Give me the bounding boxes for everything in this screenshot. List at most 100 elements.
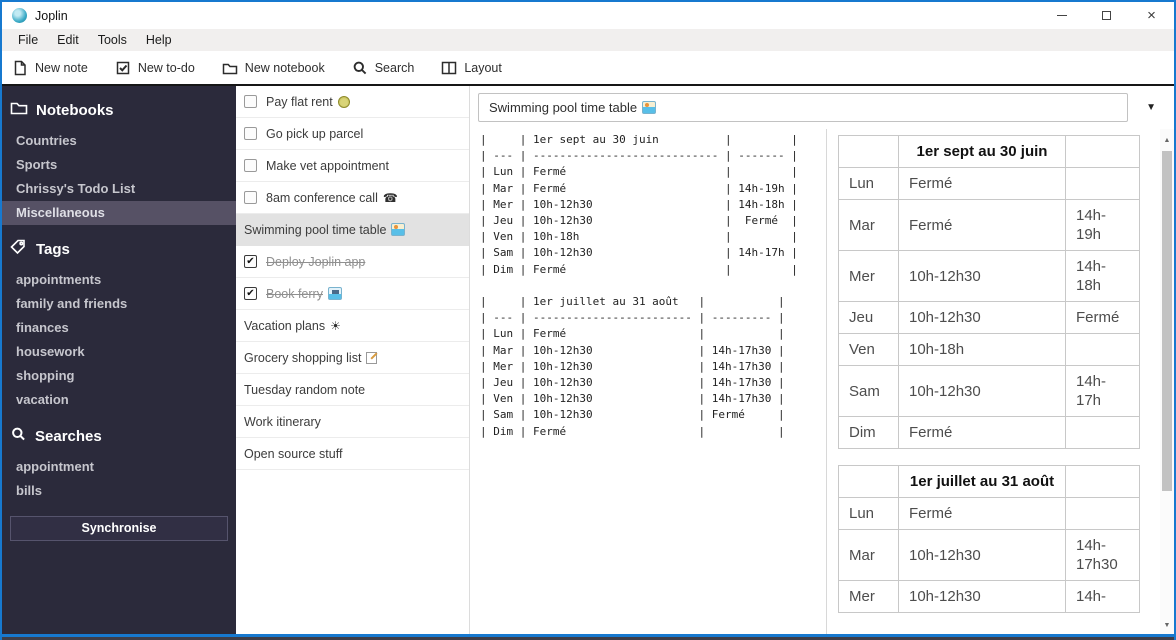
joplin-window: Joplin × File Edit Tools Help New note N… xyxy=(0,0,1176,640)
table-cell: Fermé xyxy=(898,167,1066,200)
money-bag-emoji xyxy=(337,95,350,108)
note-list-item-deploy-joplin-app[interactable]: ✔ Deploy Joplin app xyxy=(236,246,469,278)
note-list-item-grocery-shopping-list[interactable]: Grocery shopping list xyxy=(236,342,469,374)
swimmer-emoji xyxy=(391,223,406,236)
table-cell: 10h-12h30 xyxy=(898,529,1066,581)
new-todo-button[interactable]: New to-do xyxy=(115,60,195,76)
notebook-item-chrissy-s-todo-list[interactable]: Chrissy's Todo List xyxy=(2,177,236,201)
table-cell: 14h-17h30 xyxy=(1065,529,1140,581)
table-cell: 10h-12h30 xyxy=(898,365,1066,417)
table-cell: 14h-19h xyxy=(1065,199,1140,251)
new-note-button[interactable]: New note xyxy=(12,60,88,76)
todo-checkbox[interactable] xyxy=(244,159,257,172)
todo-checkbox[interactable] xyxy=(244,191,257,204)
swimmer-emoji xyxy=(642,101,657,114)
close-button[interactable]: × xyxy=(1129,2,1174,29)
table-row: Mer 10h-12h30 14h-18h xyxy=(838,250,1140,302)
search-button[interactable]: Search xyxy=(352,60,414,76)
table-cell: 10h-12h30 xyxy=(898,250,1066,302)
tag-item-family-and-friends[interactable]: family and friends xyxy=(2,292,236,316)
notebook-item-countries[interactable]: Countries xyxy=(2,129,236,153)
new-notebook-button[interactable]: New notebook xyxy=(222,60,325,76)
table-cell: 14h-18h xyxy=(1065,250,1140,302)
new-todo-icon xyxy=(115,60,131,76)
app-title: Joplin xyxy=(35,8,68,23)
scroll-up-icon[interactable]: ▲ xyxy=(1160,135,1174,147)
note-title: Book ferry xyxy=(266,286,323,301)
note-title: Pay flat rent xyxy=(266,94,333,109)
minimize-icon xyxy=(1056,15,1067,16)
search-icon xyxy=(352,60,368,76)
note-title: Open source stuff xyxy=(244,446,343,461)
note-title: Vacation plans xyxy=(244,318,326,333)
ferry-emoji xyxy=(327,287,342,300)
note-list-item-tuesday-random-note[interactable]: Tuesday random note xyxy=(236,374,469,406)
note-title: Go pick up parcel xyxy=(266,126,364,141)
table-cell: Dim xyxy=(838,416,899,449)
search-item-bills[interactable]: bills xyxy=(2,479,236,503)
note-list-item-open-source-stuff[interactable]: Open source stuff xyxy=(236,438,469,470)
rendered-table-1: 1er sept au 30 juin Lun Fermé Mar Fermé 14h-1… xyxy=(838,135,1140,449)
close-icon: × xyxy=(1147,7,1156,24)
layout-button[interactable]: Layout xyxy=(441,60,502,76)
notebook-list: Countries Sports Chrissy's Todo List Miscel… xyxy=(2,129,236,225)
note-list-item-vacation-plans[interactable]: Vacation plans ☀ xyxy=(236,310,469,342)
todo-checkbox[interactable] xyxy=(244,127,257,140)
scrollbar-thumb[interactable] xyxy=(1162,151,1172,491)
todo-checkbox[interactable] xyxy=(244,95,257,108)
note-list-item-8am-conference-call[interactable]: 8am conference call ☎ xyxy=(236,182,469,214)
table-row: Lun Fermé xyxy=(838,167,1140,200)
table-row: Mer 10h-12h30 14h- xyxy=(838,580,1140,613)
markdown-editor[interactable]: | | 1er sept au 30 juin | | | --- | ----… xyxy=(470,129,826,634)
table-cell: Fermé xyxy=(898,199,1066,251)
title-emoji-slot xyxy=(637,100,657,115)
todo-checkbox[interactable]: ✔ xyxy=(244,255,257,268)
note-list-item-work-itinerary[interactable]: Work itinerary xyxy=(236,406,469,438)
maximize-icon xyxy=(1102,11,1111,20)
notebook-item-miscellaneous[interactable]: Miscellaneous xyxy=(2,201,236,225)
table-cell: Fermé xyxy=(1065,301,1140,334)
tag-item-vacation[interactable]: vacation xyxy=(2,388,236,412)
menu-help[interactable]: Help xyxy=(137,33,182,47)
table-row: Jeu 10h-12h30 Fermé xyxy=(838,301,1140,334)
table-cell: Jeu xyxy=(838,301,899,334)
chevron-down-icon[interactable]: ▼ xyxy=(1146,102,1156,113)
menu-edit[interactable]: Edit xyxy=(48,33,89,47)
note-list-item-book-ferry[interactable]: ✔ Book ferry xyxy=(236,278,469,310)
note-title-input[interactable]: Swimming pool time table xyxy=(478,93,1128,122)
table-header-cell: 1er sept au 30 juin xyxy=(898,135,1066,168)
tag-item-finances[interactable]: finances xyxy=(2,316,236,340)
rendered-table-2: 1er juillet au 31 août Lun Fermé Mar 10h-12h… xyxy=(838,465,1140,613)
tags-header[interactable]: Tags xyxy=(10,239,228,259)
sun-emoji: ☀ xyxy=(330,318,341,333)
maximize-button[interactable] xyxy=(1084,2,1129,29)
viewer-scrollbar[interactable]: ▲ ▼ xyxy=(1160,129,1174,634)
joplin-logo xyxy=(12,8,27,23)
table-cell: Ven xyxy=(838,333,899,366)
table-cell: Mer xyxy=(838,250,899,302)
synchronise-button[interactable]: Synchronise xyxy=(10,516,228,541)
note-list-item-make-vet-appointment[interactable]: Make vet appointment xyxy=(236,150,469,182)
note-title: 8am conference call xyxy=(266,190,378,205)
notebooks-header[interactable]: Notebooks xyxy=(10,100,228,120)
scroll-down-icon[interactable]: ▼ xyxy=(1160,620,1174,632)
note-title: Make vet appointment xyxy=(266,158,389,173)
menu-file[interactable]: File xyxy=(9,33,48,47)
searches-header[interactable]: Searches xyxy=(10,426,228,446)
search-icon xyxy=(10,426,27,446)
note-list-item-pay-flat-rent[interactable]: Pay flat rent xyxy=(236,86,469,118)
note-list-item-swimming-pool-time-table[interactable]: Swimming pool time table xyxy=(236,214,469,246)
tag-item-housework[interactable]: housework xyxy=(2,340,236,364)
search-item-appointment[interactable]: appointment xyxy=(2,455,236,479)
note-list-item-go-pick-up-parcel[interactable]: Go pick up parcel xyxy=(236,118,469,150)
todo-checkbox[interactable]: ✔ xyxy=(244,287,257,300)
table-row: Dim Fermé xyxy=(838,416,1140,449)
title-bar: Joplin × xyxy=(2,2,1174,29)
menu-tools[interactable]: Tools xyxy=(89,33,137,47)
layout-icon xyxy=(441,60,457,76)
notebook-item-sports[interactable]: Sports xyxy=(2,153,236,177)
tag-item-shopping[interactable]: shopping xyxy=(2,364,236,388)
tag-item-appointments[interactable]: appointments xyxy=(2,268,236,292)
minimize-button[interactable] xyxy=(1039,2,1084,29)
table-row: Sam 10h-12h30 14h-17h xyxy=(838,365,1140,417)
